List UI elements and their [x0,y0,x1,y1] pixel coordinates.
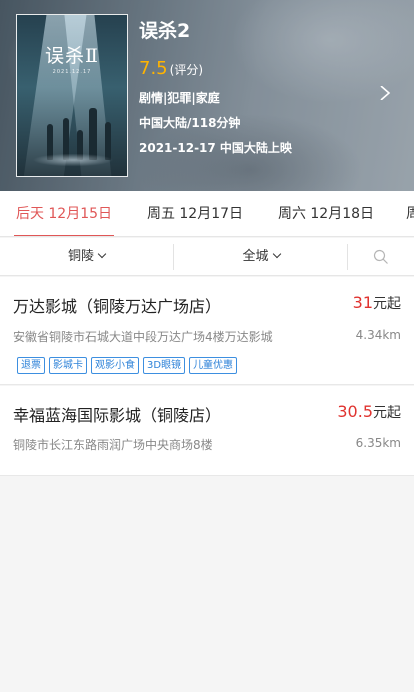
price-value: 31 [352,293,373,312]
search-button[interactable] [348,238,414,276]
cinema-item[interactable]: 幸福蓝海国际影城（铜陵店） 30.5元起 铜陵市长江东路雨润广场中央商场8楼 6… [0,386,414,476]
chevron-down-icon [272,249,281,259]
cinema-name: 万达影城（铜陵万达广场店） [13,297,222,316]
chevron-down-icon [97,249,107,259]
cinema-address: 安徽省铜陵市石城大道中段万达广场4楼万达影城 [13,330,273,344]
movie-title: 误杀2 [139,20,191,42]
cinema-name: 幸福蓝海国际影城（铜陵店） [13,406,222,425]
cinema-distance: 4.34km [355,328,401,342]
cinema-tag: 退票 [17,357,45,374]
score-value: 7.5 [139,58,168,79]
cinema-distance: 6.35km [355,436,401,450]
movie-region-duration: 中国大陆/118分钟 [139,116,241,130]
cinema-item[interactable]: 万达影城（铜陵万达广场店） 31元起 安徽省铜陵市石城大道中段万达广场4楼万达影… [0,277,414,385]
cinema-tags: 退票 影城卡 观影小食 3D眼镜 儿童优惠 [17,357,241,375]
score-label: (评分) [169,63,204,77]
poster-floor-light [17,154,127,176]
search-icon [373,249,388,264]
district-filter-label: 全城 [242,249,269,264]
tab-date-3[interactable]: 周六 12月18日 [276,191,376,236]
movie-header[interactable]: 误杀Ⅱ 2021.12.17 误杀2 7.5 (评分) 剧情|犯罪|家庭 中国大陆… [0,0,414,191]
price-unit: 元起 [373,405,401,421]
cinema-tag: 观影小食 [91,357,139,374]
tab-date-1[interactable]: 后天 12月15日 [14,191,114,236]
poster-title: 误杀Ⅱ [45,45,99,67]
poster-subtitle: 2021.12.17 [52,69,92,75]
movie-cinema-page: 误杀Ⅱ 2021.12.17 误杀2 7.5 (评分) 剧情|犯罪|家庭 中国大陆… [0,0,414,692]
movie-release-date: 2021-12-17 中国大陆上映 [139,141,292,155]
tab-date-2[interactable]: 周五 12月17日 [146,191,244,236]
city-filter[interactable]: 铜陵 [0,238,173,276]
cinema-tag: 影城卡 [49,357,87,374]
price-value: 30.5 [337,402,373,421]
date-tabs: 后天 12月15日 周五 12月17日 周六 12月18日 周 [0,191,414,237]
movie-info: 误杀2 7.5 (评分) 剧情|犯罪|家庭 中国大陆/118分钟 2021-12-… [139,18,292,156]
price-unit: 元起 [373,296,401,312]
cinema-price: 30.5元起 [337,402,401,422]
tab-date-4[interactable]: 周 [406,191,414,236]
city-filter-label: 铜陵 [67,249,94,264]
cinema-price: 31元起 [353,293,401,313]
district-filter[interactable]: 全城 [174,238,348,276]
poster-figure [89,108,97,160]
movie-genres: 剧情|犯罪|家庭 [139,91,220,105]
movie-poster[interactable]: 误杀Ⅱ 2021.12.17 [16,14,128,177]
movie-score: 7.5 (评分) [139,58,292,81]
cinema-tag: 3D眼镜 [143,357,186,374]
cinema-tag: 儿童优惠 [189,357,238,374]
filter-bar: 铜陵 全城 [0,238,414,276]
cinema-address: 铜陵市长江东路雨润广场中央商场8楼 [13,438,213,452]
chevron-right-icon[interactable] [378,86,392,100]
